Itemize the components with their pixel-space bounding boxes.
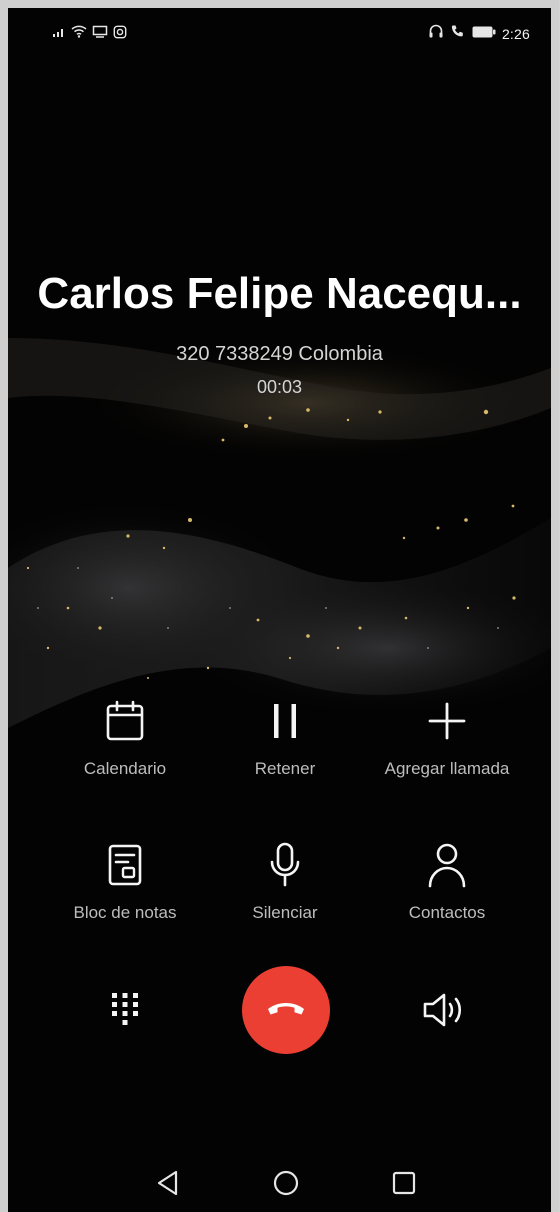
signal-icon [52, 25, 66, 43]
end-call-button[interactable] [242, 966, 330, 1054]
caller-number: 320 7338249 Colombia [176, 343, 383, 365]
home-icon [272, 1169, 300, 1202]
contacts-button[interactable]: Contactos [362, 842, 532, 924]
status-time: 2:26 [501, 26, 530, 42]
call-active-icon [450, 24, 466, 44]
add-call-button[interactable]: Agregar llamada [362, 698, 532, 780]
dialpad-icon [109, 991, 141, 1036]
call-screen: 2:26 Carlos Felipe Nacequ... 320 7338249… [8, 8, 551, 1212]
person-icon [362, 842, 532, 888]
cast-icon [92, 25, 108, 43]
call-timer: 00:03 [256, 377, 303, 397]
home-button[interactable] [271, 1170, 301, 1200]
hold-button[interactable]: Retener [200, 698, 370, 780]
notepad-icon [40, 842, 210, 888]
speaker-button[interactable] [418, 990, 474, 1034]
add-call-label: Agregar llamada [384, 759, 510, 778]
mute-button[interactable]: Silenciar [200, 842, 370, 924]
notepad-button[interactable]: Bloc de notas [40, 842, 210, 924]
pause-icon [200, 698, 370, 744]
status-left-icons [52, 25, 127, 44]
navigation-bar [8, 1154, 551, 1212]
calendar-label: Calendario [83, 759, 167, 778]
call-controls [8, 966, 551, 1056]
caller-info: Carlos Felipe Nacequ... 320 7338249 Colo… [8, 266, 551, 400]
contacts-label: Contactos [408, 903, 486, 922]
recents-button[interactable] [389, 1170, 419, 1200]
notepad-label: Bloc de notas [73, 903, 177, 922]
recents-icon [391, 1170, 417, 1201]
microphone-icon [200, 842, 370, 888]
calendar-button[interactable]: Calendario [40, 698, 210, 780]
back-icon [156, 1170, 180, 1201]
dialpad-button[interactable] [100, 988, 150, 1038]
mute-label: Silenciar [252, 903, 318, 922]
instagram-icon [113, 25, 127, 44]
status-bar: 2:26 [8, 8, 551, 60]
back-button[interactable] [153, 1170, 183, 1200]
headset-icon [428, 24, 444, 44]
plus-icon [362, 698, 532, 744]
hang-up-icon [266, 998, 306, 1023]
calendar-icon [40, 698, 210, 744]
status-right-icons: 2:26 [428, 24, 530, 44]
hold-label: Retener [254, 759, 316, 778]
battery-icon [472, 25, 496, 43]
wifi-icon [71, 25, 87, 43]
caller-name: Carlos Felipe Nacequ... [37, 269, 522, 318]
speaker-icon [421, 992, 471, 1033]
